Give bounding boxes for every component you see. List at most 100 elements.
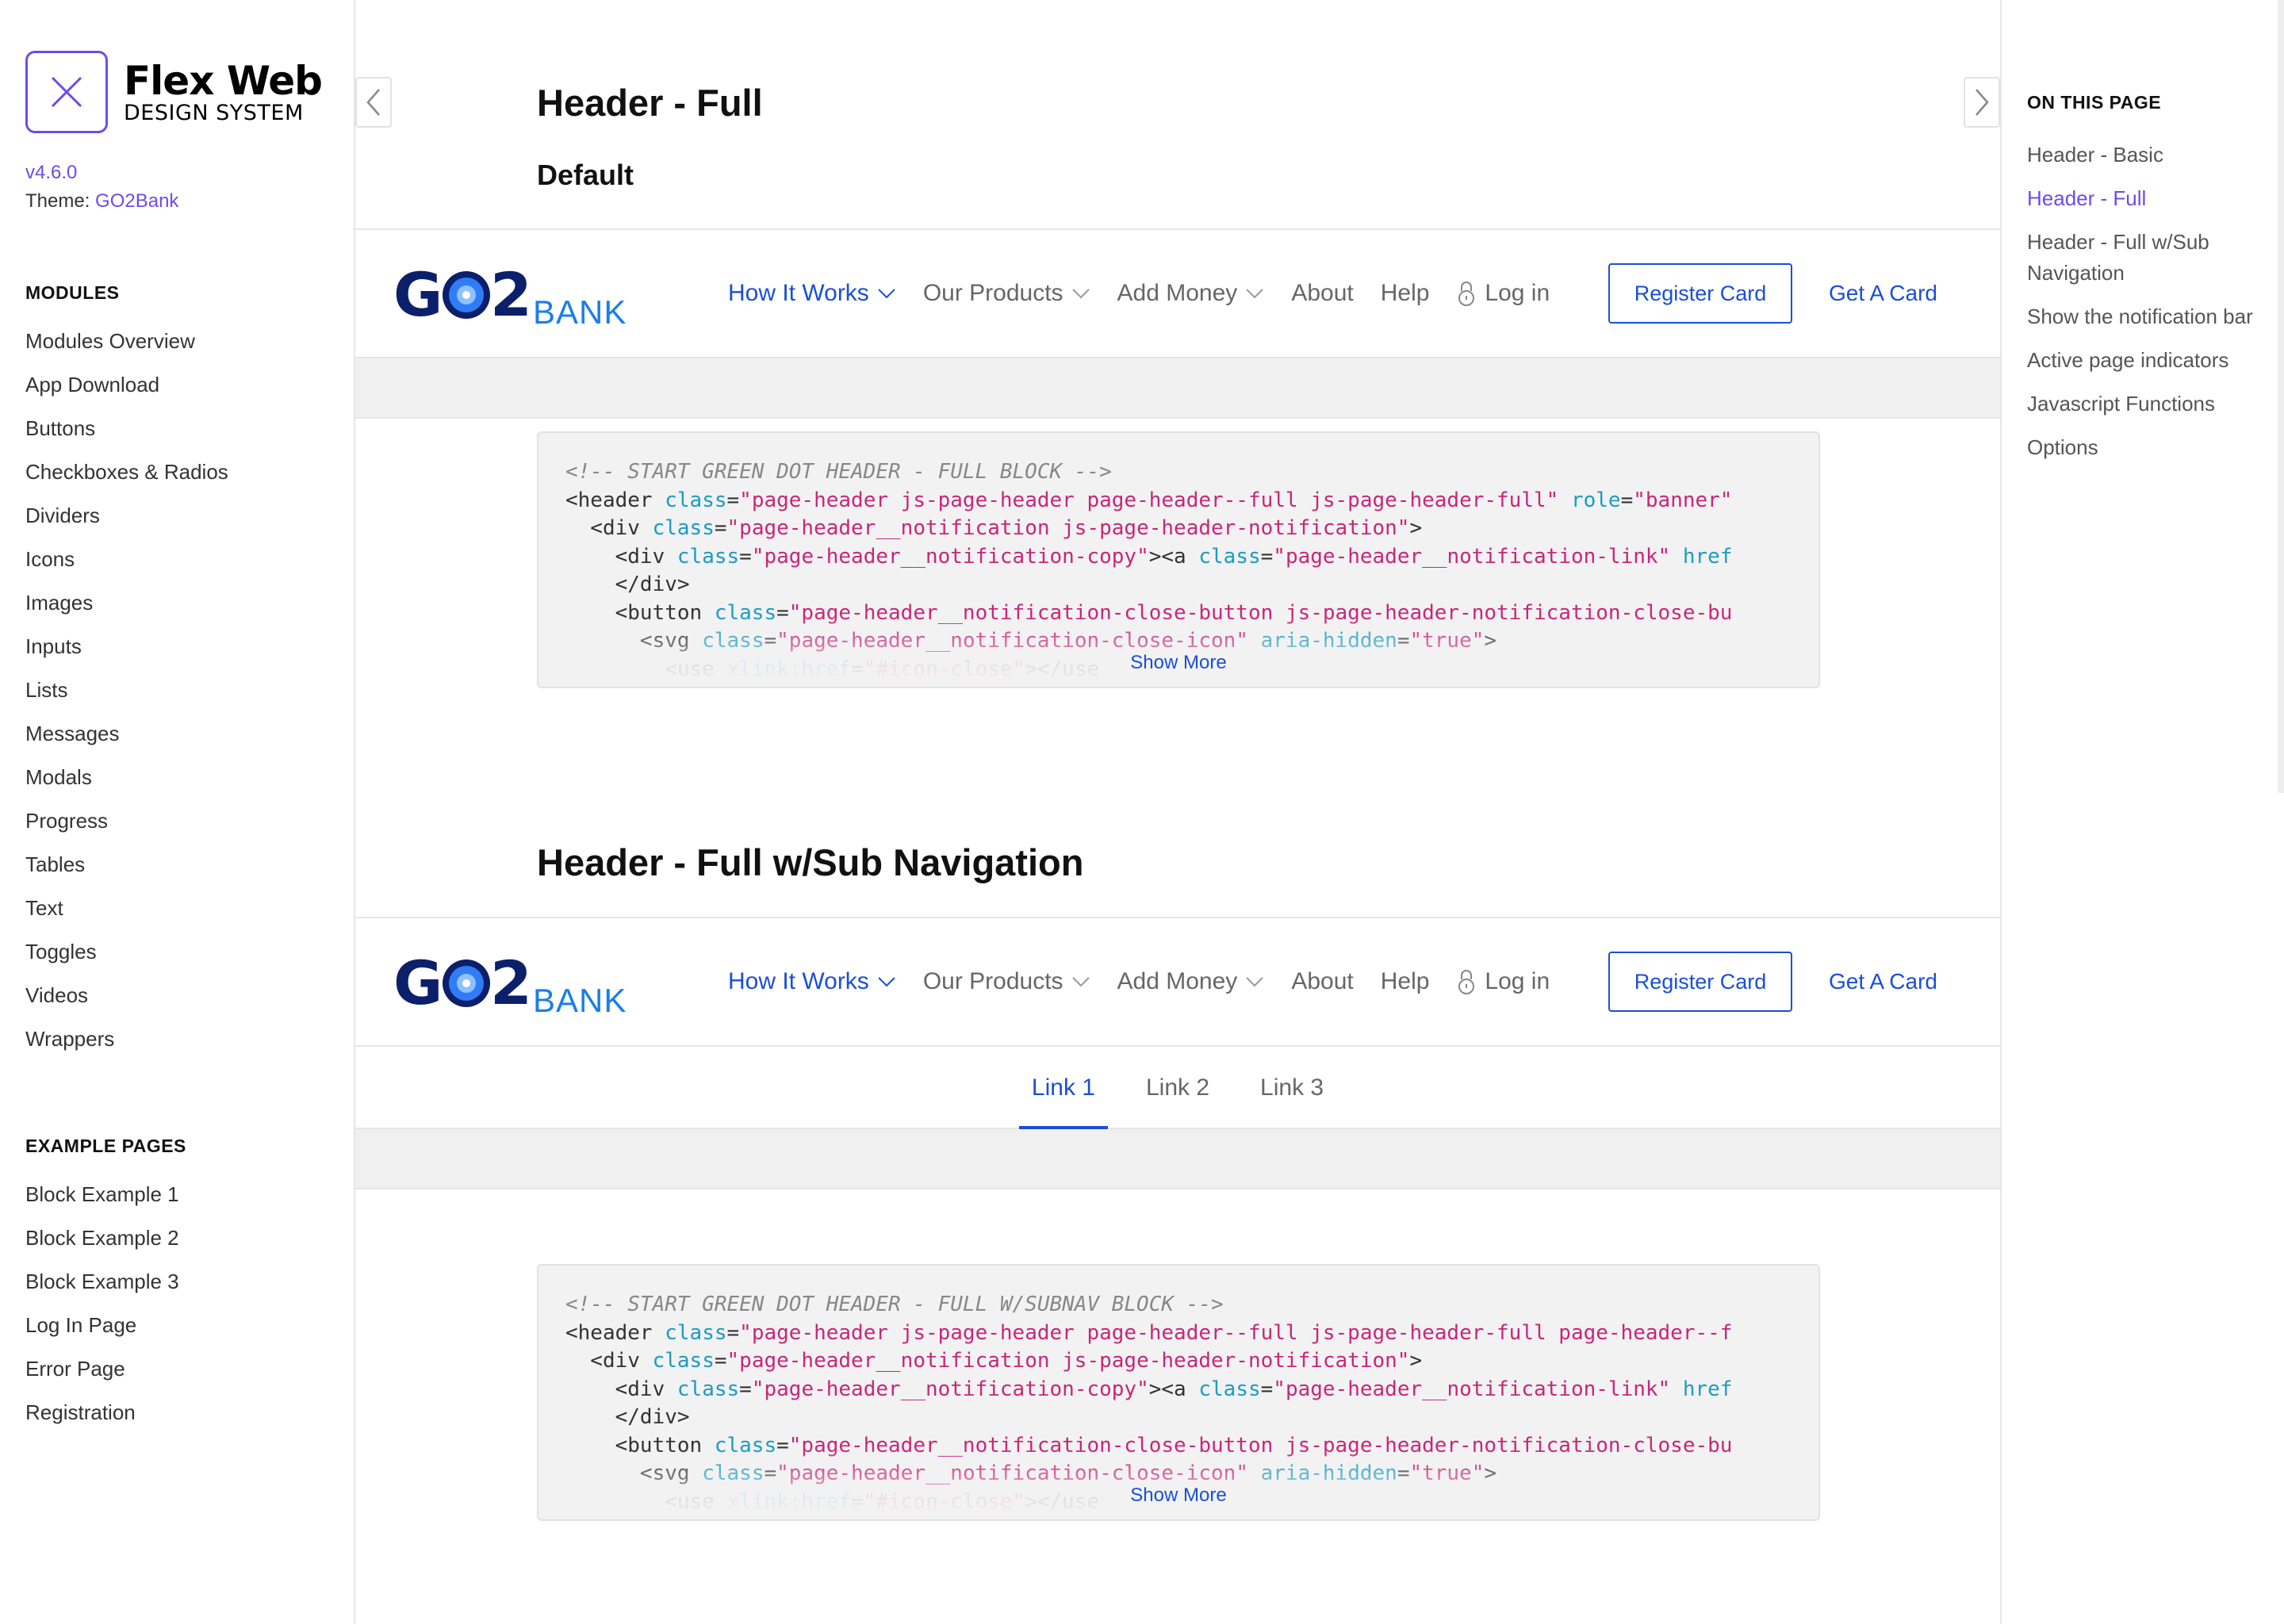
code-token: href — [1682, 1377, 1733, 1401]
menu-item[interactable]: About — [1291, 280, 1353, 307]
menu-item[interactable]: Add Money — [1117, 280, 1265, 307]
logo-bank-text: BANK — [533, 982, 627, 1015]
toc-item[interactable]: Header - Full — [2027, 183, 2265, 214]
get-a-card-link[interactable]: Get A Card — [1829, 918, 1937, 1045]
code-token: = — [1260, 1377, 1274, 1401]
subnav-link[interactable]: Link 2 — [1133, 1047, 1222, 1129]
sidebar-item[interactable]: Registration — [25, 1391, 186, 1434]
sidebar-item[interactable]: App Download — [25, 363, 228, 407]
sidebar-item[interactable]: Text — [25, 887, 228, 930]
toc-item[interactable]: Javascript Functions — [2027, 389, 2265, 419]
sidebar-item[interactable]: Modals — [25, 756, 228, 799]
sidebar-item[interactable]: Messages — [25, 712, 228, 756]
sidebar-item[interactable]: Lists — [25, 668, 228, 712]
menu-item[interactable]: About — [1291, 968, 1353, 995]
menu-item-label: Help — [1380, 968, 1430, 994]
sidebar-item[interactable]: Block Example 3 — [25, 1260, 186, 1304]
login-link[interactable]: Log in — [1456, 280, 1550, 307]
sidebar-item[interactable]: Log In Page — [25, 1304, 186, 1347]
section-subtitle: Default — [537, 159, 634, 191]
sidebar-item[interactable]: Dividers — [25, 494, 228, 538]
prev-page-button[interactable] — [355, 77, 392, 128]
brand[interactable]: Flex Web DESIGN SYSTEM — [25, 51, 323, 133]
sidebar-item[interactable]: Progress — [25, 799, 228, 843]
code-token: "page-header__notification-link" — [1273, 544, 1671, 569]
theme-label-text: Theme: — [25, 190, 90, 212]
sidebar-item[interactable]: Block Example 2 — [25, 1216, 186, 1260]
menu-item[interactable]: Help — [1381, 280, 1430, 307]
menu-item[interactable]: How It Works — [728, 280, 896, 307]
sidebar-item[interactable]: Icons — [25, 538, 228, 581]
code-token: class — [665, 488, 727, 512]
logo-bank-text: BANK — [533, 293, 627, 327]
subnav-link[interactable]: Link 1 — [1018, 1047, 1109, 1131]
get-a-card-link[interactable]: Get A Card — [1829, 230, 1937, 357]
menu-item-label: How It Works — [728, 280, 869, 306]
go2bank-logo[interactable]: G 2 BANK — [393, 263, 641, 327]
section-title-subnav: Header - Full w/Sub Navigation — [537, 841, 1084, 883]
sidebar-item[interactable]: Wrappers — [25, 1017, 228, 1061]
code-token: <div — [565, 516, 640, 540]
show-more-link[interactable]: Show More — [538, 652, 1818, 674]
register-card-button[interactable]: Register Card — [1608, 952, 1792, 1012]
code-line: <div class="page-header__notification-co… — [565, 543, 1733, 572]
next-page-button[interactable] — [1964, 77, 2000, 128]
demo-gray-band — [355, 1129, 2000, 1189]
code-token: class — [676, 544, 740, 569]
code-token: <div — [565, 1377, 665, 1401]
theme-label: Theme: GO2Bank — [25, 190, 178, 213]
demo-header-full: G 2 BANK How It Works Our Products Add Mon… — [355, 228, 2000, 358]
code-token: </div> — [565, 573, 690, 596]
brand-logo-mark — [25, 51, 108, 133]
code-block: <!-- START GREEN DOT HEADER - FULL W/SUB… — [537, 1264, 1820, 1521]
code-token: ><a — [1148, 544, 1199, 569]
go2bank-logo[interactable]: G 2 BANK — [393, 952, 641, 1015]
subnav-link[interactable]: Link 3 — [1247, 1047, 1336, 1129]
code-token: = — [726, 488, 740, 512]
version-label: v4.6.0 — [25, 162, 78, 183]
code-token: <div — [565, 1349, 640, 1373]
menu-item-label: Our Products — [922, 968, 1063, 994]
sidebar-item[interactable]: Block Example 1 — [25, 1173, 186, 1216]
toc-item[interactable]: Active page indicators — [2027, 345, 2265, 376]
logo-o-dot — [462, 979, 470, 987]
modules-heading: MODULES — [25, 282, 120, 303]
examples-list: Block Example 1 Block Example 2 Block Exam… — [25, 1173, 186, 1434]
menu-item-label: About — [1291, 968, 1354, 994]
menu-item[interactable]: Add Money — [1117, 968, 1265, 995]
code-token: </div> — [565, 1405, 690, 1429]
toc-item[interactable]: Options — [2027, 432, 2265, 463]
chevron-down-icon — [878, 977, 895, 987]
register-card-button[interactable]: Register Card — [1608, 263, 1792, 324]
logo-go-text: G — [393, 263, 439, 327]
toc-item[interactable]: Header - Basic — [2027, 140, 2265, 170]
toc-item[interactable]: Header - Full w/Sub Navigation — [2027, 227, 2265, 289]
theme-link[interactable]: GO2Bank — [95, 190, 178, 212]
sidebar-item[interactable]: Checkboxes & Radios — [25, 450, 228, 494]
menu-item[interactable]: Our Products — [923, 968, 1090, 995]
code-token: class — [1198, 1377, 1261, 1401]
menu-item[interactable]: Our Products — [923, 280, 1090, 307]
sidebar-item[interactable]: Images — [25, 581, 228, 625]
menu-item[interactable]: How It Works — [728, 968, 896, 995]
sidebar-item[interactable]: Error Page — [25, 1347, 186, 1391]
code-token: = — [739, 544, 752, 569]
login-label: Log in — [1485, 280, 1550, 306]
sidebar-item[interactable]: Videos — [25, 974, 228, 1017]
sidebar-item[interactable]: Buttons — [25, 407, 228, 450]
login-link[interactable]: Log in — [1456, 968, 1550, 995]
scrollbar-track[interactable] — [2278, 0, 2284, 793]
toc-item[interactable]: Show the notification bar — [2027, 301, 2265, 332]
sidebar-item[interactable]: Tables — [25, 843, 228, 887]
sidebar-item[interactable]: Inputs — [25, 625, 228, 668]
main-content: Header - Full Default G 2 BANK How It Wo… — [355, 0, 2000, 1624]
show-more-link[interactable]: Show More — [538, 1484, 1818, 1507]
sidebar-item[interactable]: Modules Overview — [25, 320, 228, 363]
sidebar-item[interactable]: Toggles — [25, 930, 228, 974]
primary-menu: How It Works Our Products Add Money About He… — [728, 918, 1577, 1045]
menu-item[interactable]: Help — [1381, 968, 1430, 995]
code-token: = — [714, 1349, 727, 1373]
